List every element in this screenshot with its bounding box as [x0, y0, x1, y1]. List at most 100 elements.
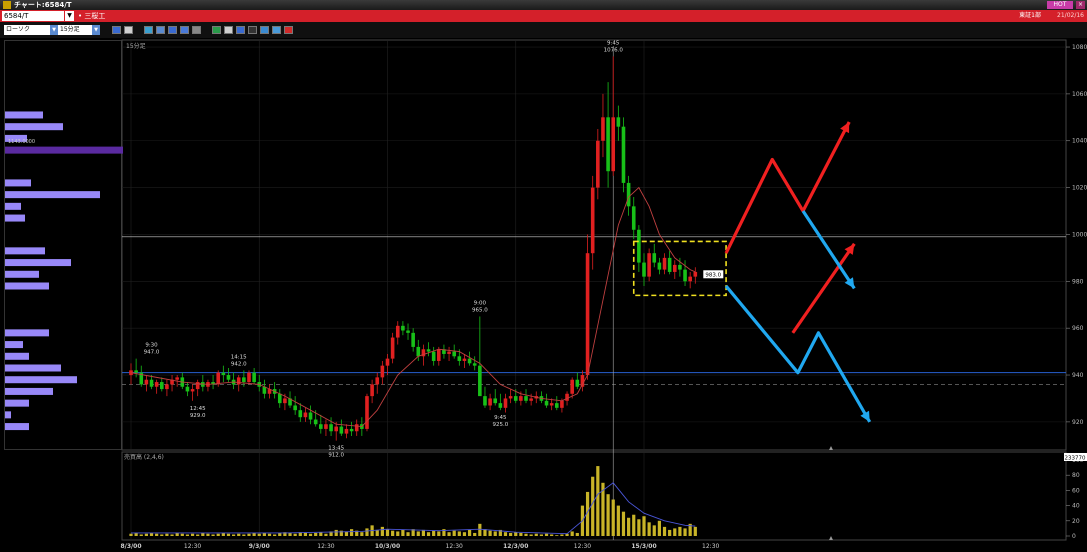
volume-bar — [257, 533, 261, 536]
candle-body — [277, 393, 282, 404]
x-tick-label: 12:30 — [574, 543, 591, 550]
volume-bar — [509, 532, 513, 536]
candle-body — [626, 182, 631, 207]
volume-bar — [216, 533, 220, 536]
volume-bar — [144, 533, 148, 536]
candle-body — [390, 337, 395, 359]
candle-body — [688, 276, 692, 282]
volume-bar — [473, 532, 477, 536]
profile-bar — [5, 282, 49, 290]
volume-bar — [437, 531, 441, 536]
volume-bar — [226, 533, 231, 536]
profile-bar — [5, 191, 100, 199]
profile-left-label: 1143.0000 — [8, 139, 35, 145]
profile-bar — [5, 202, 21, 210]
x-tick-label: 12:30 — [702, 543, 719, 550]
candle-body — [590, 187, 595, 254]
annotation-value: 929.0 — [190, 413, 206, 419]
volume-bar — [303, 532, 308, 536]
volume-bar — [616, 505, 620, 536]
volume-bar — [606, 494, 610, 536]
candle-body — [519, 396, 523, 401]
x-tick-label: 15/3/00 — [631, 543, 656, 550]
candle-body — [385, 358, 390, 366]
volume-bar — [462, 532, 467, 536]
volume-bar — [539, 534, 543, 536]
candlestick-chart[interactable]: 9:30947.0 14:15942.0 12:45929.0 13:45912.0 9… — [0, 0, 1087, 552]
price-tick-label: 980 — [1072, 278, 1084, 285]
x-tick-label: 12:30 — [446, 543, 463, 550]
candle-body — [175, 377, 179, 380]
candle-body — [313, 419, 318, 425]
candle-body — [616, 117, 621, 127]
volume-bar — [185, 534, 190, 536]
volume-bar — [447, 532, 451, 536]
candle-body — [416, 346, 421, 357]
volume-bar — [267, 533, 272, 536]
annotation-time: 9:30 — [145, 343, 158, 349]
volume-bar — [385, 529, 390, 536]
volume-bar — [426, 532, 431, 536]
volume-bar — [611, 499, 615, 536]
candle-body — [662, 257, 667, 270]
candle-body — [339, 426, 344, 434]
volume-bar — [175, 532, 179, 536]
candle-body — [190, 389, 195, 392]
volume-bar — [262, 532, 266, 536]
candle-body — [524, 396, 528, 401]
volume-tick-label: 60 — [1072, 487, 1080, 494]
candle-body — [611, 117, 616, 172]
candle-body — [585, 253, 590, 376]
x-tick-label: 12:30 — [317, 543, 334, 550]
volume-bar — [190, 533, 195, 536]
candle-body — [375, 377, 380, 385]
candle-body — [554, 403, 559, 408]
candle-body — [488, 398, 492, 406]
profile-bar — [5, 399, 29, 407]
candle-body — [667, 257, 672, 272]
volume-bar — [524, 533, 528, 536]
profile-bar — [5, 214, 25, 222]
candle-body — [467, 358, 472, 364]
volume-bar — [452, 530, 456, 536]
candle-body — [324, 424, 328, 429]
candle-body — [283, 398, 287, 404]
annotation-time: 14:15 — [231, 354, 247, 360]
volume-bar — [637, 519, 641, 536]
x-tick-label: 10/3/00 — [375, 543, 400, 550]
volume-bar — [503, 532, 508, 536]
candle-body — [401, 325, 405, 331]
candle-body — [596, 140, 600, 188]
volume-bar — [288, 532, 292, 536]
annotation-time: 9:00 — [474, 300, 487, 306]
volume-bar — [206, 533, 210, 536]
volume-bar — [534, 533, 538, 536]
price-axis — [1068, 40, 1082, 540]
volume-tick-label: 40 — [1072, 503, 1080, 510]
volume-bar — [514, 532, 518, 536]
candle-body — [447, 351, 451, 354]
profile-bar — [5, 270, 39, 278]
volume-bar — [657, 520, 661, 536]
volume-bar — [360, 532, 364, 536]
profile-bar — [5, 146, 123, 154]
candle-body — [621, 126, 626, 183]
candle-body — [411, 332, 415, 347]
volume-bar — [396, 531, 400, 536]
x-tick-label: 12/3/00 — [503, 543, 528, 550]
volume-bar — [642, 516, 646, 536]
volume-bar — [201, 532, 205, 536]
volume-bar — [134, 532, 138, 536]
candle-body — [472, 363, 477, 366]
candle-body — [601, 117, 605, 141]
candle-body — [334, 426, 338, 432]
candle-body — [221, 372, 226, 376]
candle-body — [462, 358, 467, 361]
candle-body — [303, 412, 308, 418]
volume-bar — [334, 529, 338, 536]
volume-bar — [401, 529, 405, 536]
volume-bar — [319, 532, 323, 536]
annotation-time: 12:45 — [190, 406, 206, 412]
annotation-value: 965.0 — [472, 307, 488, 313]
volume-bar — [570, 531, 574, 536]
